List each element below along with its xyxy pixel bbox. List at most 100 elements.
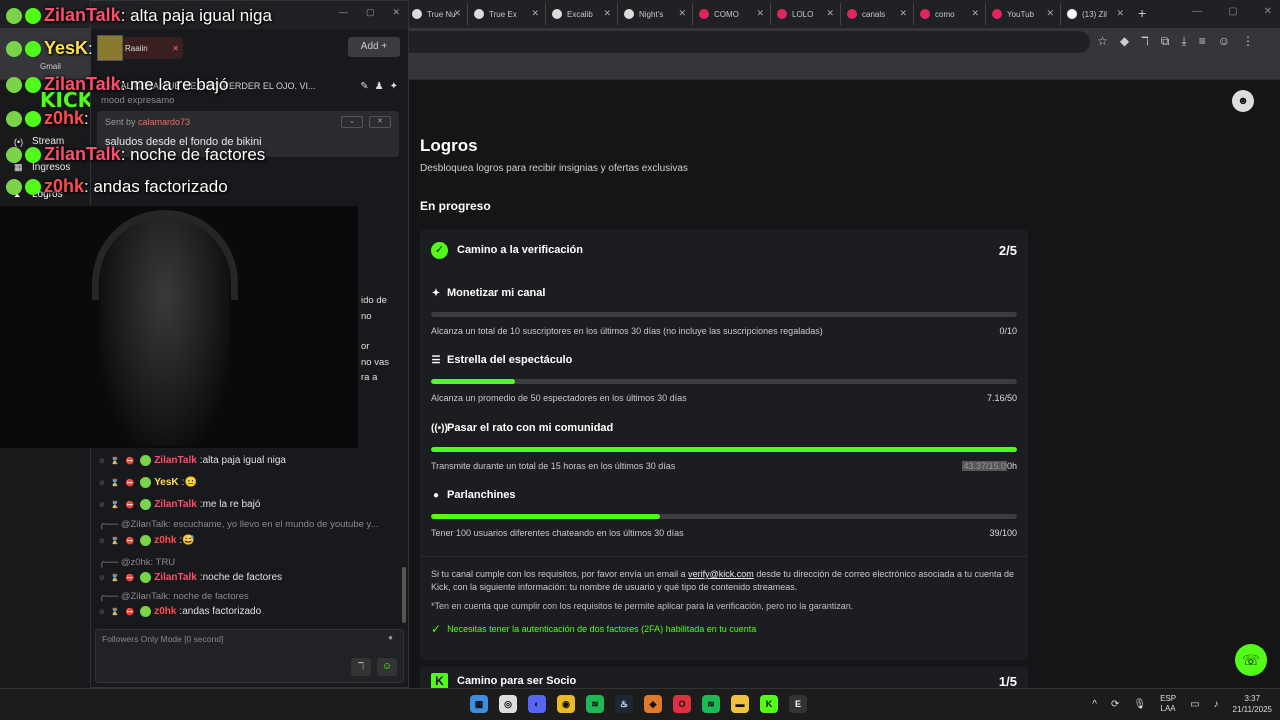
close-icon[interactable]: ✕ <box>1264 6 1272 17</box>
mod-actions-icon[interactable]: ⊘ ⌛ ⛔ <box>99 574 136 582</box>
browser-tab[interactable]: True Ex ✕ <box>467 3 543 25</box>
user-avatar[interactable]: ☻ <box>1232 90 1254 112</box>
tab-close-icon[interactable]: ✕ <box>756 8 764 19</box>
unpin-icon[interactable]: ✕ <box>369 116 391 128</box>
maximize-icon[interactable]: ▢ <box>1228 6 1237 17</box>
extension-icon[interactable]: ◆ <box>1120 34 1129 49</box>
system-tray: ^ ⟳ 🎙 ESP LAA ▭ ♪ 3:37 21/11/2025 <box>1092 693 1272 715</box>
volume-icon[interactable]: ♪ <box>1214 699 1219 710</box>
browser-tab[interactable]: True Nu ✕ <box>405 3 465 25</box>
tab-close-icon[interactable]: ✕ <box>899 8 907 19</box>
card-divider <box>420 556 1028 557</box>
mod-actions-icon[interactable]: ⊘ ⌛ ⛔ <box>99 479 136 487</box>
chat-scrollbar[interactable] <box>402 567 406 623</box>
chrome-icon[interactable]: ◉ <box>557 695 575 713</box>
emote-picker-icon[interactable]: ☺ <box>377 658 397 676</box>
new-tab-button[interactable]: + <box>1138 5 1146 21</box>
goal-icon: ((•)) <box>431 422 448 434</box>
menu-icon[interactable]: ⋮ <box>1242 34 1254 49</box>
chat-text: 😅 <box>182 535 195 546</box>
steam-icon[interactable]: ♨ <box>615 695 633 713</box>
browser-tab[interactable]: como ✕ <box>913 3 983 25</box>
kick-icon[interactable]: K <box>760 695 778 713</box>
tab-close-icon[interactable]: ✕ <box>603 8 611 19</box>
badge-icon <box>140 535 152 546</box>
mod-actions-icon[interactable]: ⊘ ⌛ ⛔ <box>99 501 136 509</box>
folder-icon[interactable]: ▬ <box>731 695 749 713</box>
support-chat-icon[interactable]: ☏ <box>1235 644 1267 676</box>
spotify-icon[interactable]: ≋ <box>586 695 604 713</box>
chat-username[interactable]: z0hk <box>154 606 176 617</box>
remove-icon[interactable]: ✕ <box>172 44 179 53</box>
tab-close-icon[interactable]: ✕ <box>1046 8 1054 19</box>
verification-disclaimer: *Ten en cuenta que cumplir con los requi… <box>431 601 854 611</box>
tab-close-icon[interactable]: ✕ <box>826 8 834 19</box>
goal-progress-fill <box>431 447 1017 452</box>
overlay-text: : alta paja igual niga <box>120 5 272 25</box>
brave-icon[interactable]: ◆ <box>644 695 662 713</box>
user-icon[interactable]: ♟ <box>375 81 384 92</box>
avatar <box>97 35 123 61</box>
reading-list-icon[interactable]: ≡ <box>1199 34 1206 49</box>
overlay-username: z0hk <box>44 108 85 128</box>
chevron-up-icon[interactable]: ^ <box>1092 699 1097 710</box>
user-chip[interactable]: Raaiin ✕ <box>97 35 183 61</box>
opera-icon[interactable]: O <box>673 695 691 713</box>
card-header[interactable]: ✓ Camino a la verificación 2/5 <box>431 238 1017 262</box>
mic-icon[interactable]: 🎙 <box>1133 699 1146 710</box>
browser-tab[interactable]: Excalib ✕ <box>545 3 615 25</box>
epic-icon[interactable]: E <box>789 695 807 713</box>
language-indicator[interactable]: ESP LAA <box>1160 694 1176 714</box>
browser-tab[interactable]: (13) Zil ✕ <box>1060 3 1128 25</box>
download-icon[interactable]: ⤓ <box>1181 34 1186 49</box>
bookmark-star-icon[interactable]: ☆ <box>1097 34 1108 49</box>
sync-icon[interactable]: ⟳ <box>1111 699 1119 710</box>
chat-username[interactable]: ZilanTalk <box>154 499 197 510</box>
tab-close-icon[interactable]: ✕ <box>531 8 539 19</box>
minimize-icon[interactable]: — <box>1192 6 1202 17</box>
spotify2-icon[interactable]: ≋ <box>702 695 720 713</box>
mod-actions-icon[interactable]: ⊘ ⌛ ⛔ <box>99 457 136 465</box>
mod-actions-icon[interactable]: ⊘ ⌛ ⛔ <box>99 608 136 616</box>
mod-actions-icon[interactable]: ⊘ ⌛ ⛔ <box>99 537 136 545</box>
close-icon[interactable]: ✕ <box>392 7 400 18</box>
browser-tab[interactable]: COMO ✕ <box>692 3 768 25</box>
browser-tab[interactable]: YouTub ✕ <box>985 3 1058 25</box>
tab-close-icon[interactable]: ✕ <box>1116 8 1124 19</box>
add-button[interactable]: Add + <box>348 37 400 57</box>
verify-email-link[interactable]: verify@kick.com <box>688 569 754 579</box>
chat-username[interactable]: ZilanTalk <box>154 572 197 583</box>
chevron-down-icon[interactable]: ⌄ <box>341 116 363 128</box>
profile-icon[interactable]: ☺ <box>1218 34 1230 49</box>
tab-close-icon[interactable]: ✕ <box>678 8 686 19</box>
chat-username[interactable]: z0hk <box>154 535 176 546</box>
tab-favicon-icon <box>847 9 857 19</box>
network-icon[interactable]: ▭ <box>1190 699 1199 710</box>
chat-input[interactable]: Followers Only Mode [0 second] ● ℸ ☺ <box>95 629 404 683</box>
minimize-icon[interactable]: — <box>339 7 348 18</box>
chat-username[interactable]: YesK <box>154 477 178 488</box>
omnibox[interactable] <box>400 31 1090 53</box>
emote-7tv-icon[interactable]: ℸ <box>351 658 371 676</box>
browser-tab[interactable]: canals ✕ <box>840 3 911 25</box>
clock[interactable]: 3:37 21/11/2025 <box>1233 693 1272 715</box>
browser-tab[interactable]: LOLO ✕ <box>770 3 838 25</box>
translate-icon[interactable]: ℸ <box>1141 34 1149 49</box>
search-icon[interactable]: ◎ <box>499 695 517 713</box>
chat-username[interactable]: ZilanTalk <box>154 455 197 466</box>
browser-tab[interactable]: Night's ✕ <box>617 3 690 25</box>
tab-close-icon[interactable]: ✕ <box>971 8 979 19</box>
maximize-icon[interactable]: ▢ <box>366 7 375 18</box>
pin-icon[interactable]: ✦ <box>390 81 398 92</box>
info-icon[interactable]: ● <box>388 633 393 642</box>
start-icon[interactable]: ▦ <box>470 695 488 713</box>
badge-icon <box>6 7 22 24</box>
tab-close-icon[interactable]: ✕ <box>453 8 461 19</box>
badge-icon <box>6 76 22 93</box>
overlay-chat-line: ZilanTalk: noche de factores <box>6 144 265 165</box>
discord-icon[interactable]: ◐ <box>528 695 546 713</box>
overlay-chat-line: z0hk: <box>6 108 89 129</box>
pin-icon[interactable]: ✎ <box>360 81 368 92</box>
bookmark-gmail[interactable]: Gmail <box>40 62 61 71</box>
puzzle-icon[interactable]: ⧉ <box>1161 34 1170 49</box>
